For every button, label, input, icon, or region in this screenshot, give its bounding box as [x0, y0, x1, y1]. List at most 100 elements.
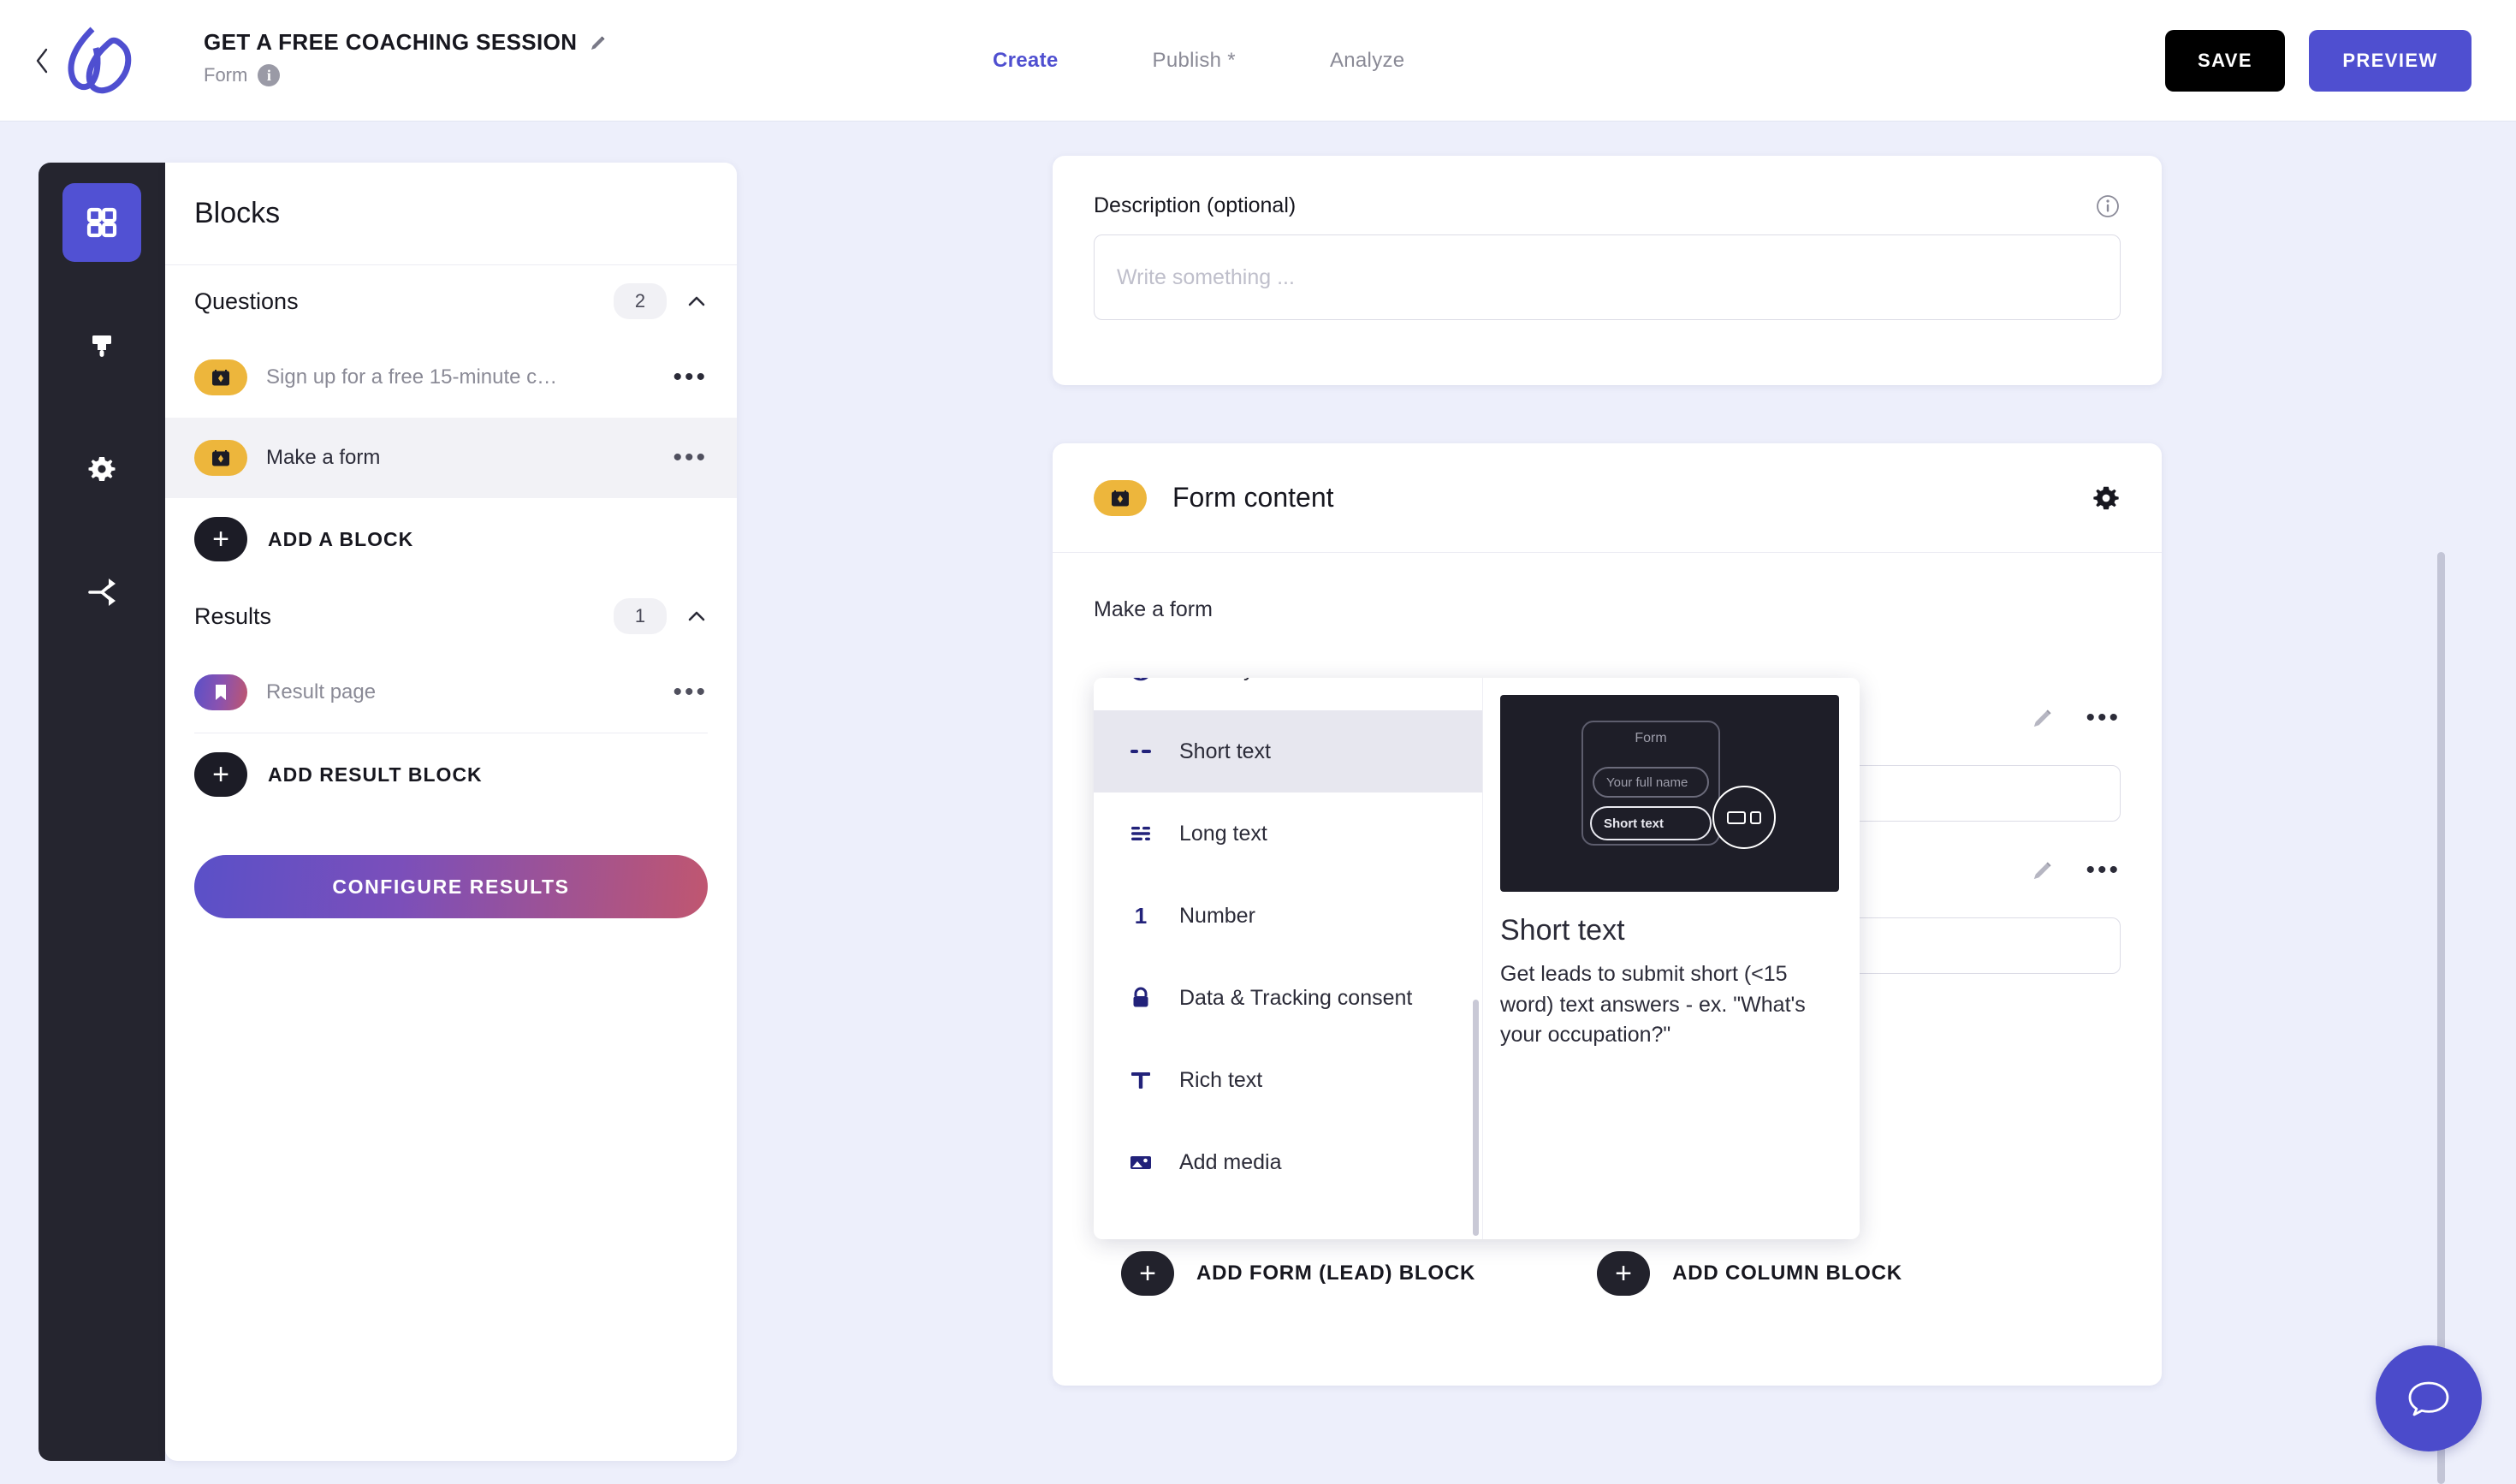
- preview-form-label: Form: [1635, 731, 1667, 745]
- pencil-icon[interactable]: [2031, 858, 2055, 882]
- dropdown-item-add-media[interactable]: Add media: [1094, 1121, 1482, 1203]
- section-header-questions[interactable]: Questions 2: [165, 265, 737, 337]
- dropdown-scrollbar[interactable]: [1473, 1000, 1479, 1236]
- app-logo-icon[interactable]: [62, 24, 137, 96]
- topbar-actions: SAVE PREVIEW: [2165, 29, 2471, 92]
- layout-columns-icon: [1712, 786, 1776, 849]
- dropdown-item-label: Long text: [1179, 821, 1267, 846]
- preview-description: Get leads to submit short (<15 word) tex…: [1500, 962, 1806, 1047]
- globe-icon: [1126, 678, 1155, 684]
- add-column-block-button[interactable]: + ADD COLUMN BLOCK: [1597, 1251, 1902, 1296]
- dropdown-item-long-text[interactable]: Long text: [1094, 792, 1482, 875]
- add-a-block-button[interactable]: + ADD A BLOCK: [165, 498, 737, 580]
- chevron-left-icon: [36, 48, 48, 73]
- dropdown-item-data-tracking-consent[interactable]: Data & Tracking consent: [1094, 957, 1482, 1039]
- more-dots-icon[interactable]: •••: [673, 680, 708, 705]
- short-text-icon: [1126, 737, 1155, 766]
- tab-analyze[interactable]: Analyze: [1330, 49, 1404, 73]
- block-row[interactable]: Result page •••: [165, 652, 737, 733]
- blocks-panel-header: Blocks: [165, 163, 737, 265]
- info-icon[interactable]: i: [258, 64, 281, 86]
- chevron-up-icon[interactable]: [685, 290, 708, 312]
- plus-icon: +: [194, 517, 247, 561]
- blocks-panel: Blocks Questions 2 Sign up for a free 15…: [165, 163, 737, 1461]
- more-dots-icon[interactable]: •••: [673, 365, 708, 390]
- grid-blocks-icon: [86, 207, 117, 238]
- preview-field-placeholder: Your full name: [1593, 767, 1709, 798]
- dropdown-item-label: Data & Tracking consent: [1179, 985, 1413, 1010]
- dropdown-item-label: Add media: [1179, 1149, 1282, 1174]
- block-row[interactable]: Make a form •••: [165, 418, 737, 498]
- dropdown-item-short-text[interactable]: Short text: [1094, 710, 1482, 792]
- image-icon: [1126, 1148, 1155, 1177]
- form-content-header: Form content: [1053, 443, 2162, 553]
- form-block-icon: [194, 359, 247, 395]
- info-outline-icon[interactable]: [2095, 193, 2121, 219]
- plus-icon: +: [1121, 1251, 1174, 1296]
- save-button[interactable]: SAVE: [2165, 29, 2285, 92]
- pencil-icon[interactable]: [589, 33, 608, 52]
- form-block-icon: [194, 440, 247, 476]
- dropdown-item-rich-text[interactable]: Rich text: [1094, 1039, 1482, 1121]
- more-dots-icon[interactable]: •••: [2086, 858, 2121, 883]
- block-row-label: Sign up for a free 15-minute c…: [266, 365, 558, 389]
- preview-title: Short text: [1500, 914, 1625, 947]
- results-count-badge: 1: [614, 598, 667, 634]
- long-text-icon: [1126, 819, 1155, 848]
- gear-icon[interactable]: [2092, 484, 2121, 513]
- title-group: GET A FREE COACHING SESSION Form i: [204, 29, 608, 86]
- block-row[interactable]: Sign up for a free 15-minute c… •••: [165, 337, 737, 418]
- add-result-block-label: ADD RESULT BLOCK: [268, 763, 483, 786]
- lock-icon: [1126, 983, 1155, 1012]
- add-a-block-label: ADD A BLOCK: [268, 527, 414, 550]
- page-title: GET A FREE COACHING SESSION: [204, 29, 578, 55]
- top-bar: GET A FREE COACHING SESSION Form i Creat…: [0, 0, 2516, 122]
- chat-widget-button[interactable]: [2376, 1345, 2482, 1451]
- dropdown-item-country-selector[interactable]: Country selector: [1094, 678, 1482, 710]
- section-header-results[interactable]: Results 1: [165, 580, 737, 652]
- description-input[interactable]: [1094, 234, 2121, 320]
- configure-results-button[interactable]: CONFIGURE RESULTS: [194, 855, 708, 918]
- chat-bubble-icon: [2408, 1381, 2449, 1416]
- questions-label: Questions: [194, 288, 299, 314]
- svg-text:1: 1: [1135, 903, 1147, 929]
- paintbrush-icon: [92, 335, 111, 357]
- dropdown-item-label: Rich text: [1179, 1067, 1263, 1092]
- plus-icon: +: [194, 752, 247, 797]
- rail-item-design[interactable]: [62, 306, 141, 385]
- form-block-icon: [1094, 479, 1147, 516]
- add-form-lead-block-label: ADD FORM (LEAD) BLOCK: [1196, 1261, 1476, 1285]
- gear-icon: [88, 457, 116, 481]
- preview-thumbnail: Form Your full name Short text: [1500, 695, 1839, 892]
- share-branch-icon: [88, 579, 116, 606]
- back-button[interactable]: [29, 42, 55, 80]
- plus-icon: +: [1597, 1251, 1651, 1296]
- block-type-preview: Form Your full name Short text Short tex…: [1483, 678, 1860, 1239]
- results-label: Results: [194, 603, 272, 629]
- block-row-label: Result page: [266, 680, 377, 703]
- add-column-block-label: ADD COLUMN BLOCK: [1672, 1261, 1902, 1285]
- more-dots-icon[interactable]: •••: [673, 445, 708, 471]
- main-nav-tabs: Create Publish * Analyze: [993, 49, 1404, 73]
- page-scrollbar[interactable]: [2437, 552, 2445, 1484]
- dropdown-item-label: Country selector: [1179, 678, 1335, 682]
- text-format-icon: [1126, 1066, 1155, 1095]
- blocks-title: Blocks: [194, 197, 281, 229]
- tab-publish[interactable]: Publish *: [1153, 49, 1236, 73]
- rail-item-logic[interactable]: [62, 553, 141, 632]
- add-form-lead-block-button[interactable]: + ADD FORM (LEAD) BLOCK: [1121, 1251, 1475, 1296]
- add-result-block-button[interactable]: + ADD RESULT BLOCK: [165, 733, 737, 816]
- tab-create[interactable]: Create: [993, 49, 1059, 73]
- dropdown-item-number[interactable]: 1 Number: [1094, 875, 1482, 957]
- bookmark-icon: [194, 674, 247, 710]
- rail-item-settings[interactable]: [62, 430, 141, 508]
- more-dots-icon[interactable]: •••: [2086, 705, 2121, 731]
- description-label: Description (optional): [1094, 193, 1297, 217]
- block-type-list: Country selector Short text: [1094, 678, 1483, 1239]
- rail-item-blocks[interactable]: [62, 183, 141, 262]
- preview-button[interactable]: PREVIEW: [2309, 29, 2471, 92]
- chevron-up-icon[interactable]: [685, 605, 708, 627]
- pencil-icon[interactable]: [2031, 706, 2055, 730]
- section-label: Make a form: [1094, 597, 1213, 621]
- number-one-icon: 1: [1126, 901, 1155, 930]
